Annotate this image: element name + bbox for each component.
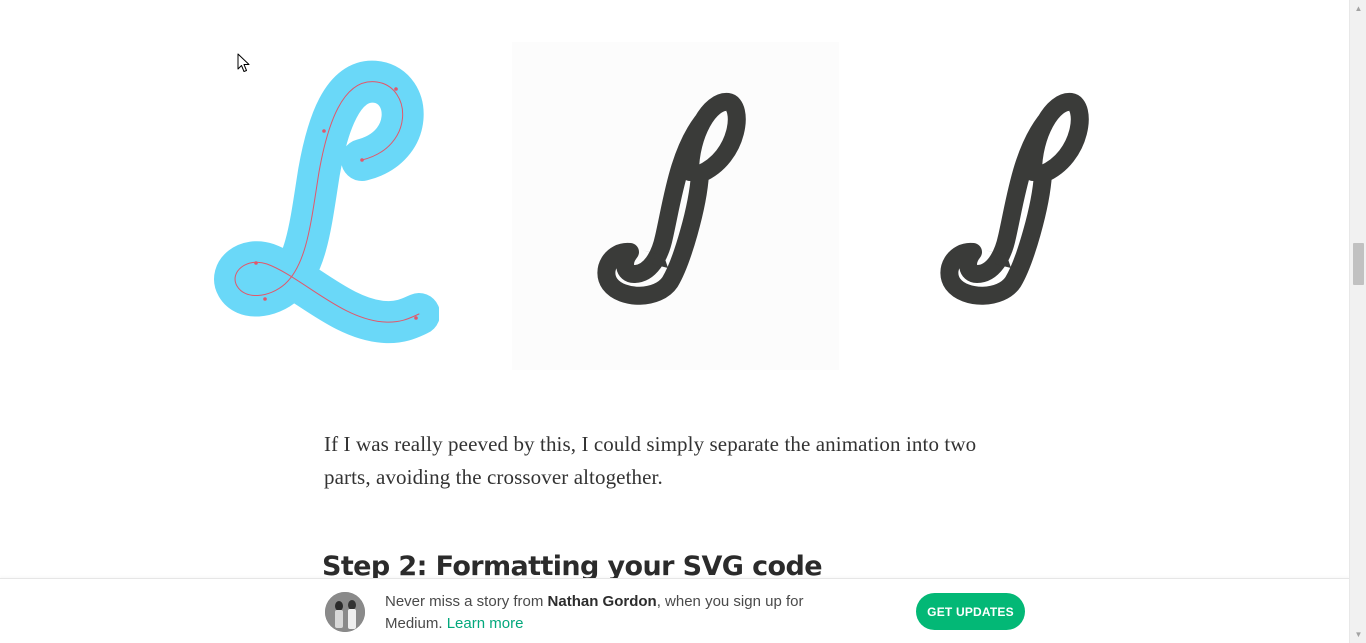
article-content: If I was really peeved by this, I could …: [0, 0, 1349, 643]
letter-outline-figure: [512, 42, 839, 370]
author-avatar[interactable]: [325, 592, 365, 632]
letter-final-figure: [855, 42, 1182, 370]
signup-prefix: Never miss a story from: [385, 593, 548, 610]
get-updates-button[interactable]: GET UPDATES: [916, 593, 1025, 630]
learn-more-link[interactable]: Learn more: [447, 615, 524, 632]
letter-figure-row: [195, 42, 1095, 372]
stroke-guide-figure: [207, 52, 439, 352]
anchor-point: [263, 297, 267, 301]
anchor-point: [360, 158, 364, 162]
author-name[interactable]: Nathan Gordon: [548, 593, 657, 610]
scrollbar-thumb[interactable]: [1353, 243, 1364, 285]
cyan-brush-stroke: [214, 60, 439, 344]
signup-message: Never miss a story from Nathan Gordon, w…: [385, 591, 865, 635]
article-paragraph: If I was really peeved by this, I could …: [324, 432, 977, 489]
vertical-scrollbar[interactable]: ▲ ▼: [1349, 0, 1366, 643]
letter-outline-svg: [597, 93, 746, 305]
dark-letter-shape: [597, 93, 746, 305]
stroke-guide-svg: [214, 60, 439, 344]
anchor-point: [414, 316, 418, 320]
anchor-point: [394, 87, 398, 91]
chevron-up-icon[interactable]: ▲: [1350, 0, 1366, 17]
letter-final-svg: [940, 93, 1089, 305]
dark-letter-shape: [940, 93, 1089, 305]
anchor-point: [254, 261, 258, 265]
avatar-image: [325, 592, 365, 632]
chevron-down-icon[interactable]: ▼: [1350, 626, 1366, 643]
mouse-pointer-icon: [237, 53, 250, 72]
signup-banner: Never miss a story from Nathan Gordon, w…: [0, 578, 1349, 643]
anchor-point: [322, 129, 326, 133]
